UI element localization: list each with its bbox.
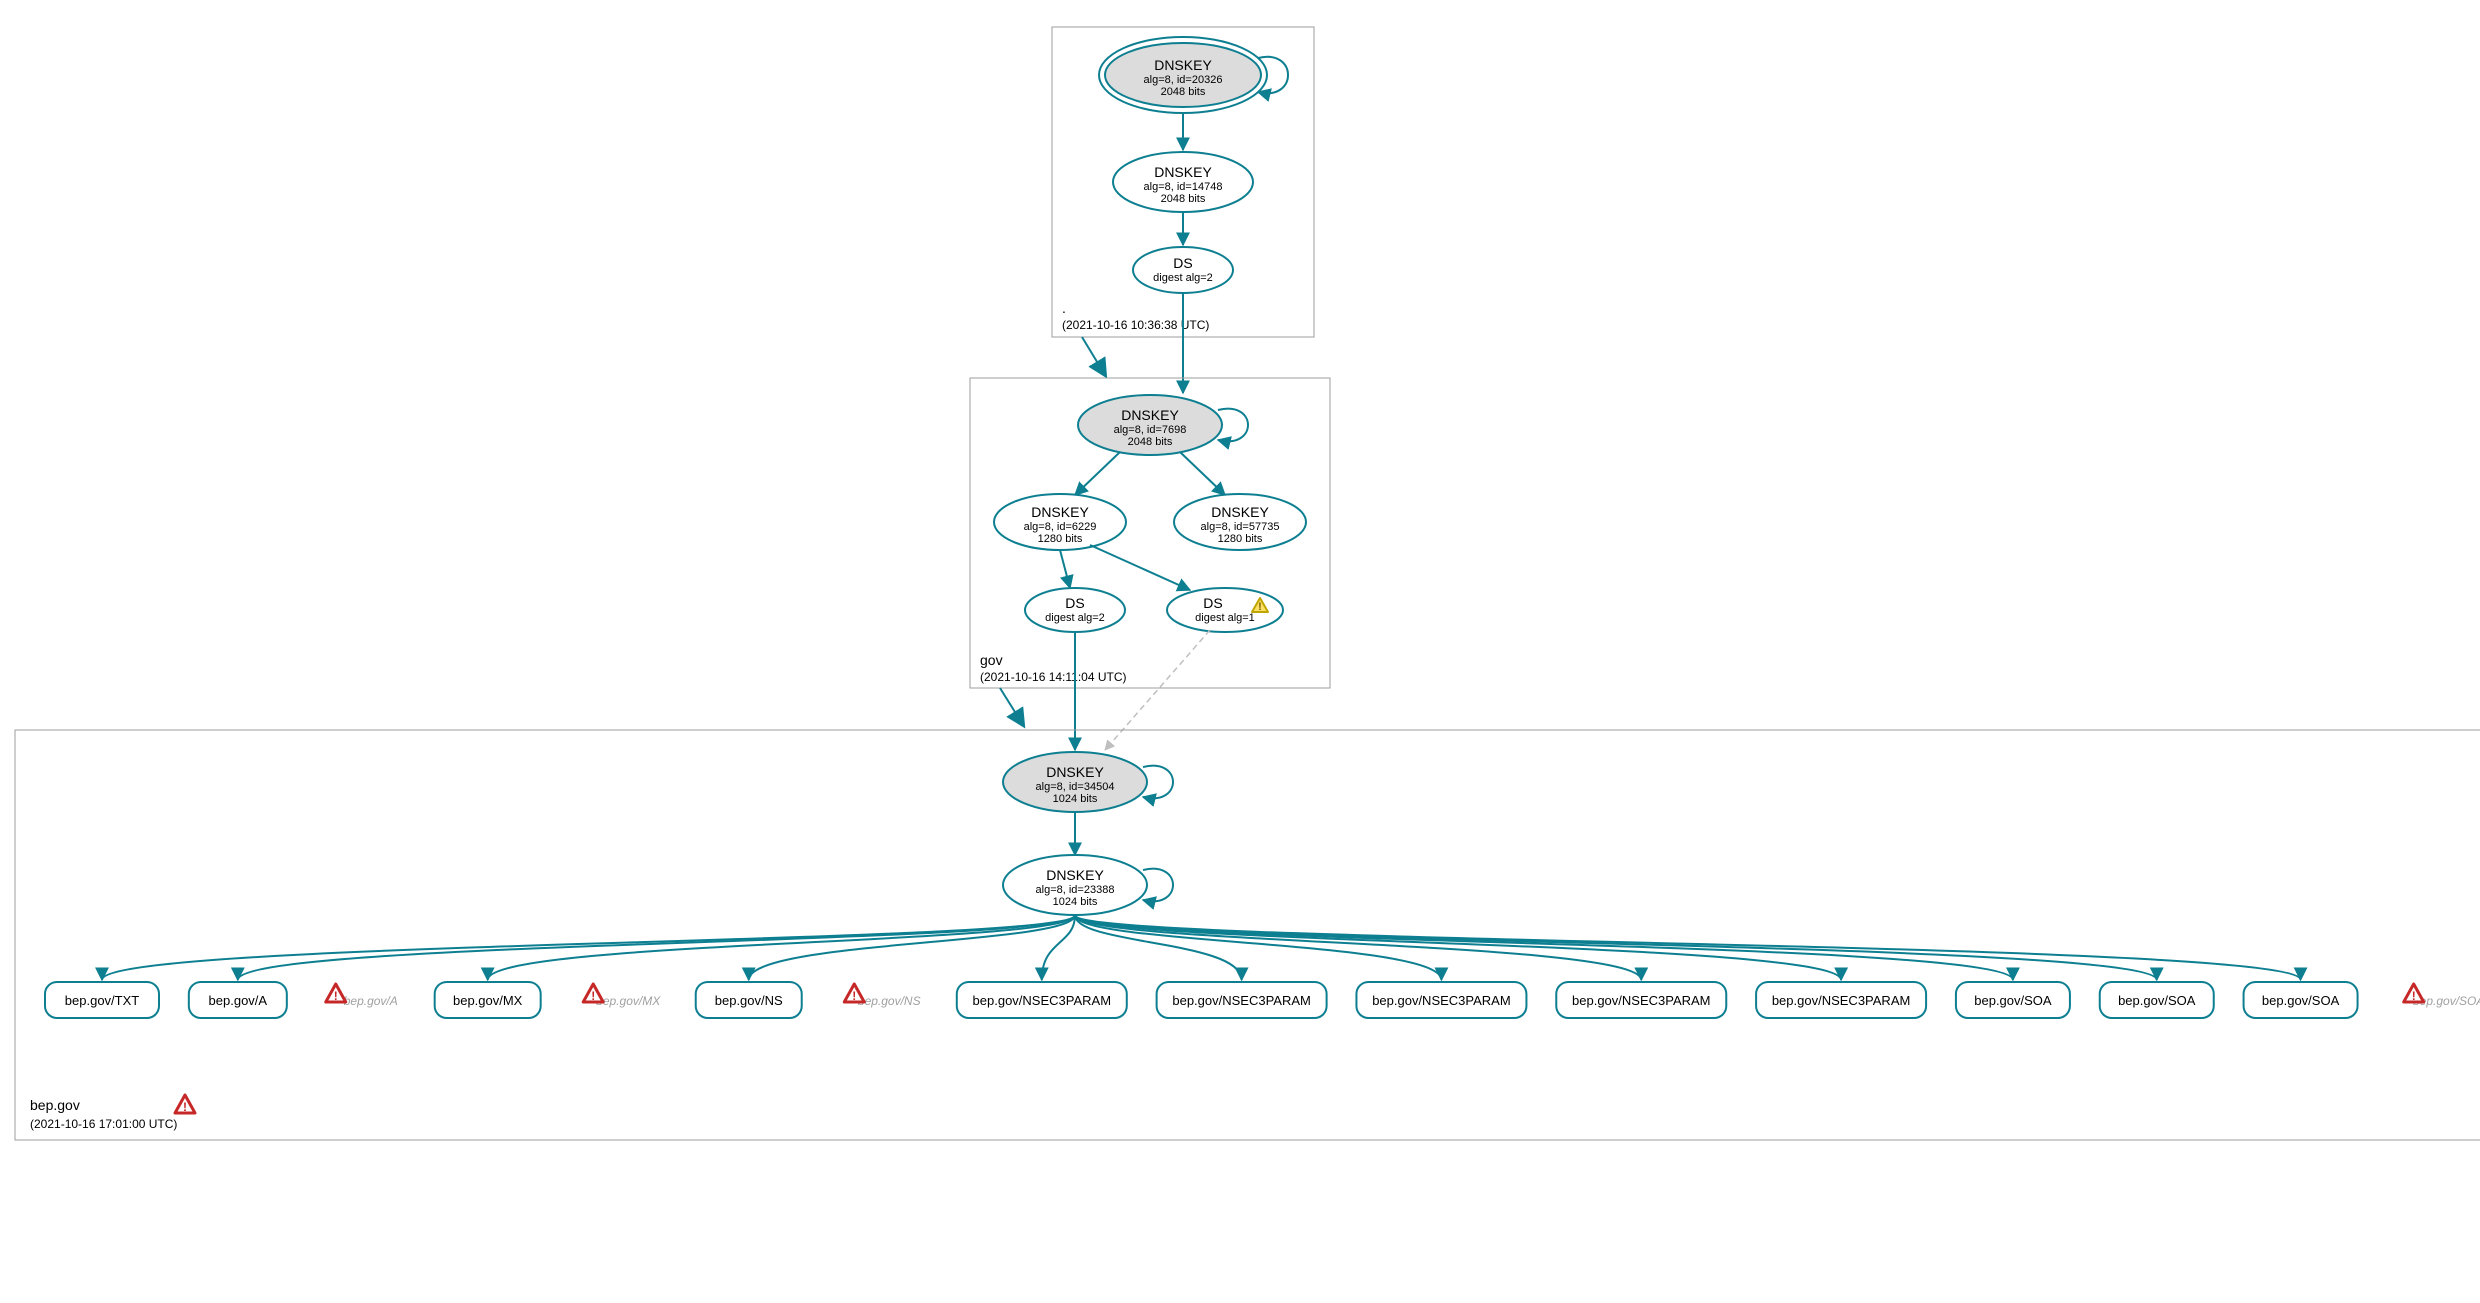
- svg-text:!: !: [2412, 989, 2416, 1003]
- edge-gov-zsk1-ds1: [1060, 550, 1070, 588]
- rr-label: bep.gov/SOA: [2262, 993, 2340, 1008]
- bep-zsk-node[interactable]: DNSKEY alg=8, id=23388 1024 bits: [1003, 855, 1147, 915]
- root-ds-node[interactable]: DS digest alg=2: [1133, 247, 1233, 293]
- svg-text:2048 bits: 2048 bits: [1128, 436, 1173, 448]
- svg-text:DS: DS: [1065, 595, 1084, 611]
- svg-text:!: !: [591, 989, 595, 1003]
- rr-label: bep.gov/NSEC3PARAM: [1172, 993, 1311, 1008]
- svg-text:2048 bits: 2048 bits: [1161, 86, 1206, 98]
- svg-text:DS: DS: [1203, 595, 1222, 611]
- svg-text:1280 bits: 1280 bits: [1038, 533, 1083, 545]
- zone-bep: bep.gov (2021-10-16 17:01:00 UTC) ! DNSK…: [15, 730, 2480, 1140]
- rr-label: bep.gov/MX: [453, 993, 523, 1008]
- svg-text:DNSKEY: DNSKEY: [1154, 57, 1212, 73]
- rr-edges: [102, 915, 2301, 980]
- svg-text:!: !: [334, 989, 338, 1003]
- edge-bep-zsk-rr: [238, 915, 1075, 980]
- zone-root: . (2021-10-16 10:36:38 UTC) DNSKEY alg=8…: [1052, 27, 1314, 337]
- warning-icon: !: [175, 1095, 195, 1114]
- svg-text:1024 bits: 1024 bits: [1053, 896, 1098, 908]
- rr-label: bep.gov/A: [209, 993, 268, 1008]
- rr-leaves: bep.gov/TXTbep.gov/Abep.gov/A!bep.gov/MX…: [45, 982, 2480, 1018]
- edge-gov-ds2-bep-ksk: [1105, 630, 1210, 750]
- gov-zsk1-node[interactable]: DNSKEY alg=8, id=6229 1280 bits: [994, 494, 1126, 550]
- svg-text:1280 bits: 1280 bits: [1218, 533, 1263, 545]
- edge-gov-zsk1-ds2: [1090, 545, 1190, 590]
- rr-label: bep.gov/TXT: [65, 993, 139, 1008]
- svg-text:alg=8, id=14748: alg=8, id=14748: [1144, 181, 1223, 193]
- svg-text:DNSKEY: DNSKEY: [1046, 867, 1104, 883]
- svg-text:alg=8, id=23388: alg=8, id=23388: [1036, 884, 1115, 896]
- svg-text:alg=8, id=20326: alg=8, id=20326: [1144, 74, 1223, 86]
- svg-text:2048 bits: 2048 bits: [1161, 193, 1206, 205]
- edge-bep-zsk-rr: [1075, 915, 2301, 980]
- rr-label: bep.gov/NS: [715, 993, 783, 1008]
- svg-text:DNSKEY: DNSKEY: [1121, 407, 1179, 423]
- svg-text:!: !: [1258, 601, 1262, 613]
- svg-text:alg=8, id=57735: alg=8, id=57735: [1201, 521, 1280, 533]
- svg-text:!: !: [183, 1100, 187, 1114]
- svg-text:alg=8, id=34504: alg=8, id=34504: [1036, 781, 1115, 793]
- zone-root-label: .: [1062, 300, 1066, 316]
- edge-deleg-gov-bep: [1000, 688, 1020, 720]
- rr-label-error: bep.gov/A: [344, 994, 398, 1008]
- rr-label: bep.gov/NSEC3PARAM: [1572, 993, 1711, 1008]
- svg-text:digest alg=1: digest alg=1: [1195, 612, 1255, 624]
- svg-text:!: !: [852, 989, 856, 1003]
- rr-label: bep.gov/NSEC3PARAM: [1772, 993, 1911, 1008]
- svg-text:alg=8, id=6229: alg=8, id=6229: [1024, 521, 1097, 533]
- rr-label: bep.gov/SOA: [1974, 993, 2052, 1008]
- svg-text:DNSKEY: DNSKEY: [1046, 764, 1104, 780]
- svg-text:digest alg=2: digest alg=2: [1045, 612, 1105, 624]
- edge-bep-zsk-rr: [102, 915, 1075, 980]
- zone-bep-timestamp: (2021-10-16 17:01:00 UTC): [30, 1117, 177, 1131]
- svg-text:DS: DS: [1173, 255, 1192, 271]
- rr-label: bep.gov/NSEC3PARAM: [1372, 993, 1511, 1008]
- zone-gov-label: gov: [980, 652, 1003, 668]
- bep-ksk-node[interactable]: DNSKEY alg=8, id=34504 1024 bits: [1003, 752, 1147, 812]
- gov-ds1-node[interactable]: DS digest alg=2: [1025, 588, 1125, 632]
- dnssec-graph: . (2021-10-16 10:36:38 UTC) DNSKEY alg=8…: [0, 0, 2480, 1303]
- rr-label-error: bep.gov/MX: [596, 994, 661, 1008]
- svg-text:DNSKEY: DNSKEY: [1154, 164, 1212, 180]
- gov-zsk2-node[interactable]: DNSKEY alg=8, id=57735 1280 bits: [1174, 494, 1306, 550]
- rr-label: bep.gov/NSEC3PARAM: [973, 993, 1112, 1008]
- edge-deleg-root-gov: [1082, 337, 1102, 370]
- svg-text:1024 bits: 1024 bits: [1053, 793, 1098, 805]
- edge-gov-ksk-zsk2: [1180, 452, 1225, 495]
- rr-label-error: bep.gov/NS: [858, 994, 921, 1008]
- gov-ds2-node[interactable]: DS digest alg=1 !: [1167, 588, 1283, 632]
- rr-label: bep.gov/SOA: [2118, 993, 2196, 1008]
- zone-gov-timestamp: (2021-10-16 14:11:04 UTC): [980, 670, 1127, 684]
- svg-text:DNSKEY: DNSKEY: [1211, 504, 1269, 520]
- zone-bep-label: bep.gov: [30, 1097, 80, 1113]
- zone-root-timestamp: (2021-10-16 10:36:38 UTC): [1062, 318, 1209, 332]
- svg-text:DNSKEY: DNSKEY: [1031, 504, 1089, 520]
- zone-gov: gov (2021-10-16 14:11:04 UTC) DNSKEY alg…: [970, 378, 1330, 688]
- svg-text:alg=8, id=7698: alg=8, id=7698: [1114, 424, 1187, 436]
- edge-gov-ksk-zsk1: [1075, 452, 1120, 495]
- root-ksk-node[interactable]: DNSKEY alg=8, id=20326 2048 bits: [1099, 37, 1267, 113]
- root-zsk-node[interactable]: DNSKEY alg=8, id=14748 2048 bits: [1113, 152, 1253, 212]
- gov-ksk-node[interactable]: DNSKEY alg=8, id=7698 2048 bits: [1078, 395, 1222, 455]
- svg-text:digest alg=2: digest alg=2: [1153, 272, 1213, 284]
